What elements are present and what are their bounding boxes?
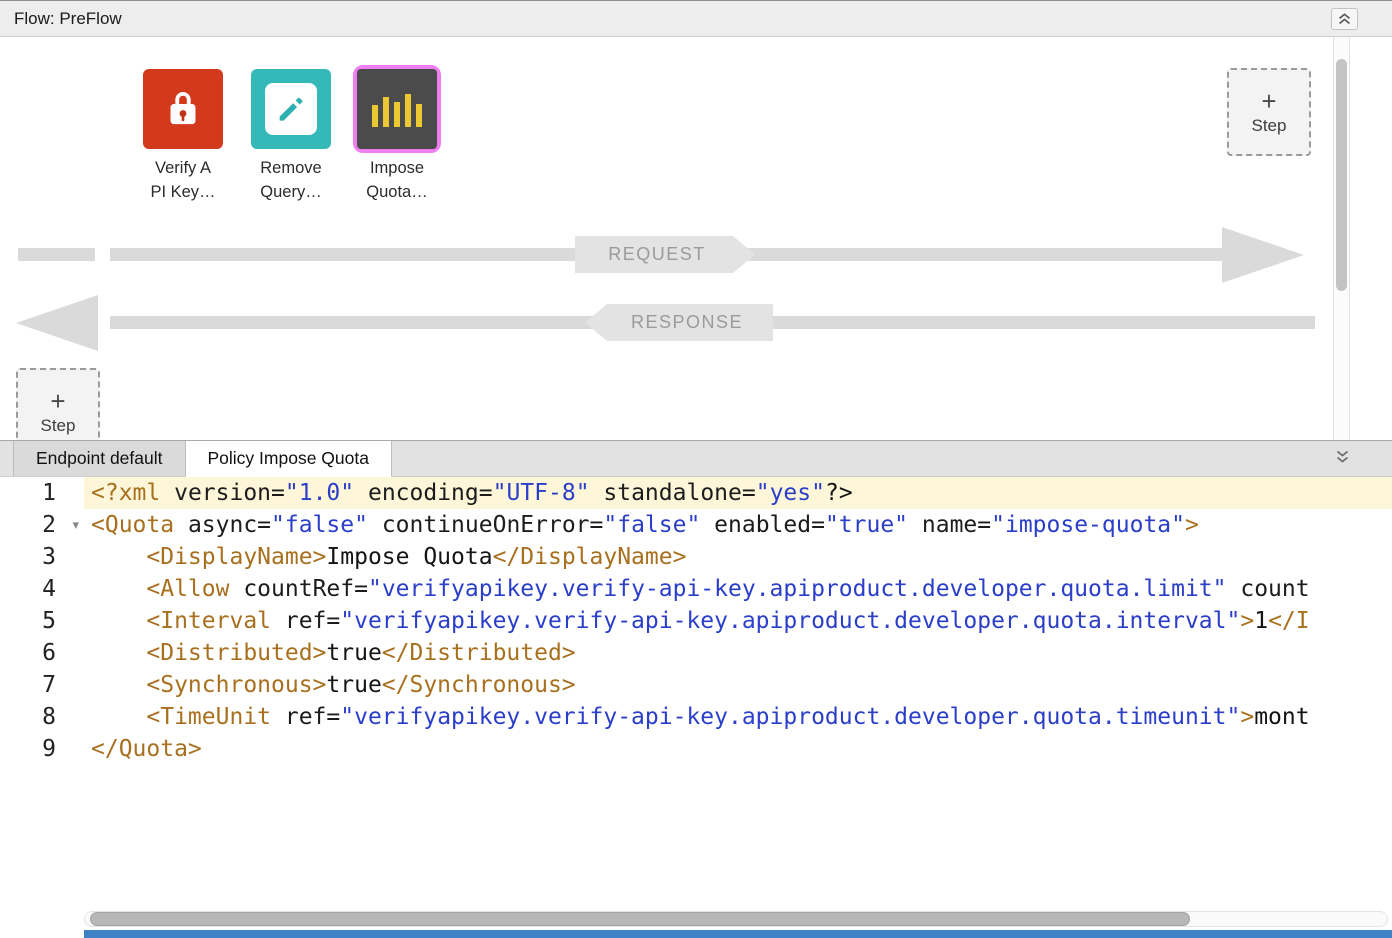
code-line-text: <Synchronous>true</Synchronous> — [84, 669, 576, 701]
editor-tab-bar: Endpoint default Policy Impose Quota — [0, 440, 1392, 477]
tab-endpoint-default[interactable]: Endpoint default — [13, 441, 186, 476]
policy-label: Impose Quota… — [366, 156, 427, 204]
plus-icon: + — [50, 389, 65, 413]
step-button-label: Step — [41, 416, 76, 436]
code-line[interactable]: 5 <Interval ref="verifyapikey.verify-api… — [0, 605, 1392, 637]
code-line-text: <Distributed>true</Distributed> — [84, 637, 576, 669]
pencil-card — [265, 83, 317, 135]
bottom-blue-strip — [84, 930, 1392, 938]
lock-icon — [143, 69, 223, 149]
policy-label-line: Impose — [366, 156, 427, 180]
fold-arrow-icon[interactable]: ▾ — [72, 509, 79, 541]
policy-verify-api-key[interactable]: Verify A PI Key… — [123, 69, 243, 204]
response-label: RESPONSE — [631, 312, 743, 333]
code-line-text: <Allow countRef="verifyapikey.verify-api… — [84, 573, 1310, 605]
add-step-request-button[interactable]: + Step — [1227, 68, 1311, 156]
pencil-icon — [251, 69, 331, 149]
chevrons-down-icon — [1335, 449, 1350, 465]
request-label-badge: REQUEST — [575, 236, 755, 273]
request-arrow-stub — [18, 248, 95, 261]
policy-label-line: Remove — [260, 156, 321, 180]
code-line[interactable]: 4 <Allow countRef="verifyapikey.verify-a… — [0, 573, 1392, 605]
code-line-text: <Quota async="false" continueOnError="fa… — [84, 509, 1199, 541]
editor-horizontal-scrollbar[interactable] — [0, 908, 1392, 930]
policy-impose-quota[interactable]: Impose Quota… — [337, 65, 457, 204]
xml-code-editor[interactable]: 1<?xml version="1.0" encoding="UTF-8" st… — [0, 477, 1392, 908]
code-line[interactable]: 6 <Distributed>true</Distributed> — [0, 637, 1392, 669]
line-number: 9 — [0, 733, 84, 765]
code-line[interactable]: 3 <DisplayName>Impose Quota</DisplayName… — [0, 541, 1392, 573]
line-number: 1 — [0, 477, 84, 509]
line-number: 5 — [0, 605, 84, 637]
flow-panel: Flow: PreFlow Verify A — [0, 1, 1392, 440]
flow-header: Flow: PreFlow — [0, 1, 1392, 37]
step-button-label: Step — [1252, 116, 1287, 136]
flow-collapse-button[interactable] — [1331, 8, 1358, 30]
line-number: 7 — [0, 669, 84, 701]
editor-collapse-button[interactable] — [1335, 449, 1350, 465]
policy-label-line: Query… — [260, 180, 321, 204]
line-number: 2▾ — [0, 509, 84, 541]
tab-policy-impose-quota[interactable]: Policy Impose Quota — [186, 441, 392, 477]
policy-label: Verify A PI Key… — [150, 156, 215, 204]
quota-bars — [372, 91, 422, 127]
selection-ring — [353, 65, 441, 153]
code-line-text: </Quota> — [84, 733, 202, 765]
plus-icon: + — [1261, 89, 1276, 113]
response-label-badge: RESPONSE — [585, 304, 773, 341]
code-line[interactable]: 1<?xml version="1.0" encoding="UTF-8" st… — [0, 477, 1392, 509]
policy-label: Remove Query… — [260, 156, 321, 204]
code-line-text: <TimeUnit ref="verifyapikey.verify-api-k… — [84, 701, 1310, 733]
code-line[interactable]: 8 <TimeUnit ref="verifyapikey.verify-api… — [0, 701, 1392, 733]
response-arrowhead-icon — [16, 295, 98, 351]
code-line[interactable]: 7 <Synchronous>true</Synchronous> — [0, 669, 1392, 701]
flow-title: Flow: PreFlow — [14, 9, 122, 29]
editor-scrollbar-thumb[interactable] — [90, 912, 1190, 926]
code-line-text: <Interval ref="verifyapikey.verify-api-k… — [84, 605, 1310, 637]
code-line-text: <DisplayName>Impose Quota</DisplayName> — [84, 541, 686, 573]
line-number: 3 — [0, 541, 84, 573]
chevrons-up-icon — [1337, 12, 1352, 26]
line-number: 6 — [0, 637, 84, 669]
line-number: 8 — [0, 701, 84, 733]
flow-canvas: Verify A PI Key… Remove Query… — [0, 37, 1392, 440]
policy-label-line: PI Key… — [150, 180, 215, 204]
code-editor-panel: Endpoint default Policy Impose Quota 1<?… — [0, 440, 1392, 938]
code-line-text: <?xml version="1.0" encoding="UTF-8" sta… — [84, 477, 853, 509]
tab-label: Policy Impose Quota — [208, 448, 369, 469]
policy-label-line: Verify A — [150, 156, 215, 180]
policy-label-line: Quota… — [366, 180, 427, 204]
request-label: REQUEST — [608, 244, 706, 265]
code-line[interactable]: 2▾<Quota async="false" continueOnError="… — [0, 509, 1392, 541]
line-number: 4 — [0, 573, 84, 605]
code-line[interactable]: 9</Quota> — [0, 733, 1392, 765]
proxy-editor-window: Flow: PreFlow Verify A — [0, 0, 1392, 938]
policy-remove-query[interactable]: Remove Query… — [231, 69, 351, 204]
flow-vertical-scrollbar[interactable] — [1333, 37, 1350, 440]
request-arrowhead-icon — [1222, 227, 1304, 283]
quota-bars-icon — [357, 69, 437, 149]
flow-scrollbar-thumb[interactable] — [1336, 59, 1347, 291]
add-step-response-button[interactable]: + Step — [16, 368, 100, 440]
tab-label: Endpoint default — [36, 448, 163, 469]
